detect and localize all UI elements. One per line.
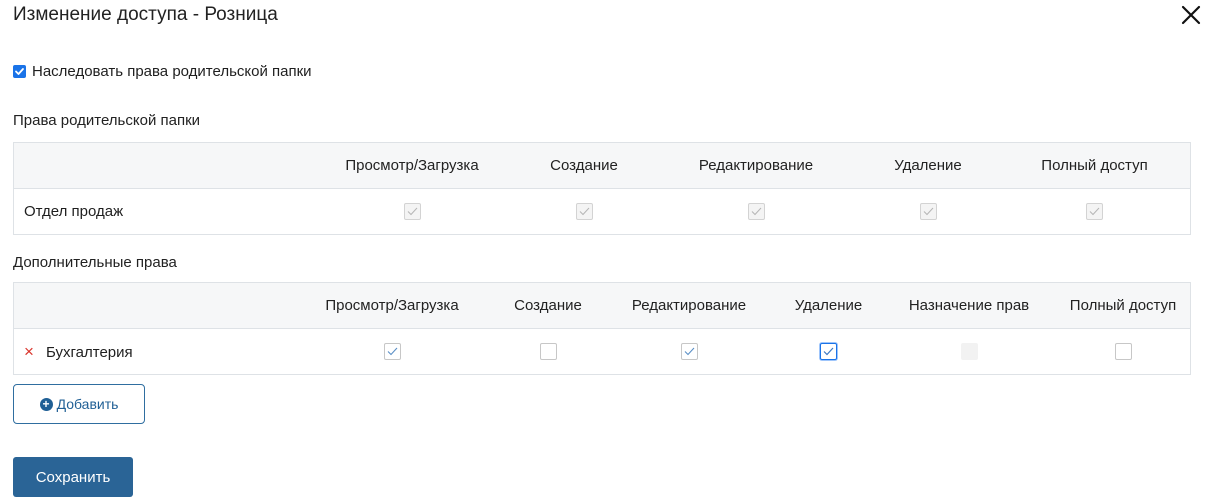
- add-button-label: Добавить: [56, 396, 119, 412]
- row-name: Бухгалтерия: [46, 343, 133, 361]
- column-header-full: Полный доступ: [1056, 282, 1191, 329]
- column-header-assign: Назначение прав: [882, 282, 1056, 329]
- check-icon: [747, 203, 765, 221]
- add-button[interactable]: + Добавить: [13, 384, 145, 424]
- edit-checkbox[interactable]: [680, 343, 698, 361]
- table-row: Отдел продаж: [13, 188, 1191, 235]
- cell-full: [1056, 328, 1191, 375]
- check-icon: [919, 203, 937, 221]
- column-header-edit: Редактирование: [655, 142, 857, 189]
- column-header-view: Просмотр/Загрузка: [311, 142, 513, 189]
- full-access-checkbox[interactable]: [1114, 343, 1132, 361]
- column-header-delete: Удаление: [775, 282, 882, 329]
- column-header-name: [13, 282, 291, 329]
- delete-checkbox[interactable]: [820, 343, 837, 361]
- cell-assign: [882, 328, 1056, 375]
- close-icon[interactable]: [1180, 4, 1204, 28]
- column-header-view: Просмотр/Загрузка: [291, 282, 493, 329]
- cell-full: [999, 188, 1191, 235]
- dialog-title: Изменение доступа - Розница: [13, 4, 278, 25]
- inherit-rights-label: Наследовать права родительской папки: [32, 63, 312, 80]
- table-header-row: Просмотр/Загрузка Создание Редактировани…: [13, 142, 1191, 189]
- row-name: Отдел продаж: [13, 188, 311, 235]
- column-header-create: Создание: [513, 142, 655, 189]
- column-header-full: Полный доступ: [999, 142, 1191, 189]
- inherit-rights-checkbox[interactable]: [13, 65, 26, 78]
- remove-icon[interactable]: ×: [24, 342, 38, 362]
- cell-create: [513, 188, 655, 235]
- table-row: × Бухгалтерия: [13, 328, 1191, 375]
- row-name-cell: × Бухгалтерия: [13, 328, 291, 375]
- additional-rights-title: Дополнительные права: [13, 254, 177, 271]
- cell-edit: [603, 328, 775, 375]
- inherit-rights-checkbox-row[interactable]: Наследовать права родительской папки: [13, 63, 312, 80]
- column-header-edit: Редактирование: [603, 282, 775, 329]
- cell-create: [493, 328, 603, 375]
- parent-rights-title: Права родительской папки: [13, 112, 201, 129]
- view-checkbox[interactable]: [383, 343, 401, 361]
- cell-delete: [857, 188, 999, 235]
- create-checkbox[interactable]: [539, 343, 557, 361]
- additional-rights-table: Просмотр/Загрузка Создание Редактировани…: [13, 282, 1191, 375]
- column-header-delete: Удаление: [857, 142, 999, 189]
- assign-rights-checkbox: [960, 343, 978, 361]
- table-header-row: Просмотр/Загрузка Создание Редактировани…: [13, 282, 1191, 329]
- cell-view: [311, 188, 513, 235]
- column-header-create: Создание: [493, 282, 603, 329]
- check-icon: [575, 203, 593, 221]
- cell-edit: [655, 188, 857, 235]
- check-icon: [403, 203, 421, 221]
- parent-rights-table: Просмотр/Загрузка Создание Редактировани…: [13, 142, 1191, 235]
- column-header-name: [13, 142, 311, 189]
- cell-delete: [775, 328, 882, 375]
- cell-view: [291, 328, 493, 375]
- save-button-label: Сохранить: [35, 468, 111, 486]
- plus-circle-icon: +: [39, 397, 53, 411]
- check-icon: [1086, 203, 1103, 221]
- save-button[interactable]: Сохранить: [13, 457, 133, 497]
